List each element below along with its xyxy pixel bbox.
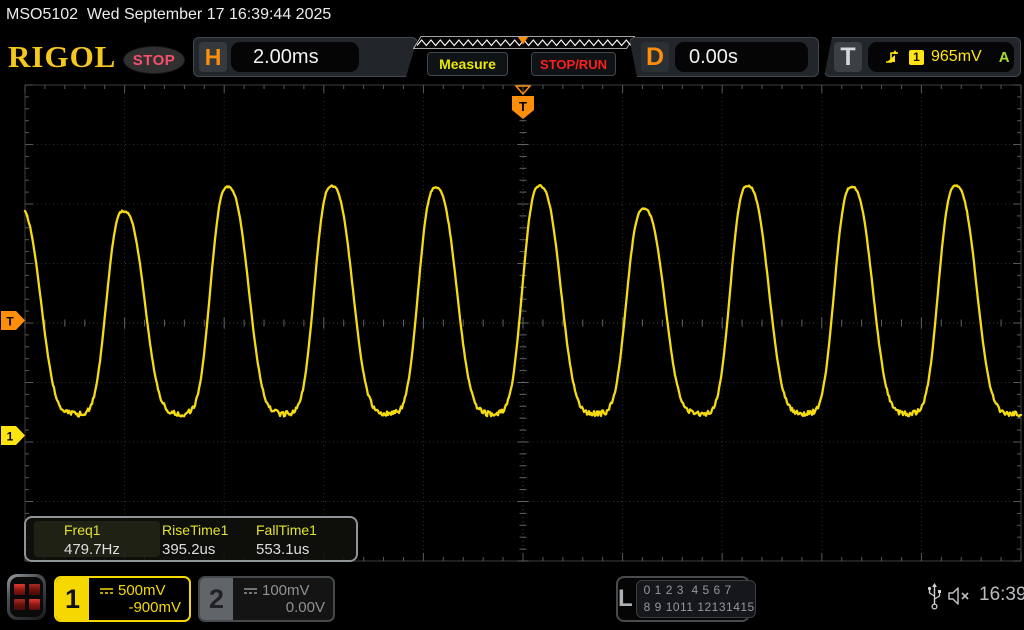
menu-square (14, 599, 25, 610)
measurement-label: FallTime1 (256, 522, 348, 538)
measurement-results-box: Freq1 479.7Hz RiseTime1 395.2us FallTime… (24, 516, 358, 562)
channel2-offset: 0.00V (235, 599, 329, 616)
oscilloscope-screen: MSO5102 Wed September 17 16:39:44 2025 R… (0, 0, 1024, 630)
measurement-item[interactable]: Freq1 479.7Hz (64, 522, 156, 558)
menu-grid-icon[interactable] (7, 574, 46, 620)
logic-label: L (618, 578, 633, 620)
channel1-level-marker[interactable]: 1 (1, 426, 25, 445)
clock: 16:39 (979, 584, 1024, 606)
menu-square (29, 599, 40, 610)
menu-square (29, 584, 40, 595)
channel1-scale: 500mV (118, 582, 166, 599)
channel1-status-block[interactable]: 1 500mV -900mV (54, 576, 191, 622)
measurement-item[interactable]: RiseTime1 395.2us (162, 522, 254, 558)
svg-text:T: T (519, 99, 527, 114)
measurement-label: RiseTime1 (162, 522, 254, 538)
dc-coupling-icon (243, 586, 258, 596)
measurement-value: 395.2us (162, 541, 254, 558)
logic-digits: 0 1 2 3 4 5 6 7 8 9 1011 12131415 (636, 580, 756, 618)
logic-row-2: 8 9 1011 12131415 (644, 599, 755, 616)
channel2-status-block[interactable]: 2 100mV 0.00V (198, 576, 335, 622)
channel1-offset: -900mV (91, 599, 185, 616)
measurement-label: Freq1 (64, 522, 156, 538)
channel2-scale: 100mV (262, 582, 310, 599)
measurement-item[interactable]: FallTime1 553.1us (256, 522, 348, 558)
svg-text:T: T (6, 315, 14, 329)
channel2-number: 2 (200, 578, 233, 620)
bottom-status-bar: 1 500mV -900mV 2 (0, 570, 1024, 630)
menu-square (14, 584, 25, 595)
measurement-value: 553.1us (256, 541, 348, 558)
dc-coupling-icon (99, 586, 114, 596)
measurement-value: 479.7Hz (64, 541, 156, 558)
speaker-muted-icon (946, 585, 972, 607)
channel1-number: 1 (56, 578, 89, 620)
svg-text:1: 1 (7, 430, 14, 444)
trigger-level-marker[interactable]: T (1, 311, 25, 330)
logic-channels-block[interactable]: L 0 1 2 3 4 5 6 7 8 9 1011 12131415 (616, 576, 750, 622)
usb-icon (927, 582, 942, 610)
logic-row-1: 0 1 2 3 4 5 6 7 (644, 582, 755, 599)
